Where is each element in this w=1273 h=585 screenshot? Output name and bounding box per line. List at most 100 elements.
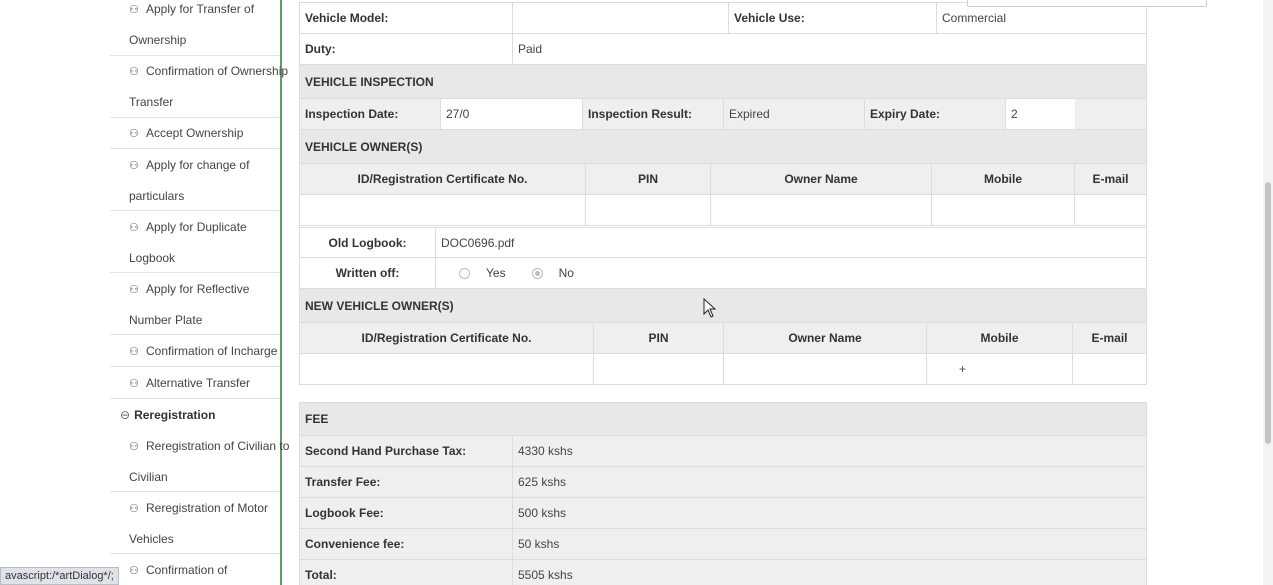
vehicle-owners-header: VEHICLE OWNER(S) (299, 130, 1147, 164)
col-owner-name: Owner Name (710, 164, 931, 194)
fee-label: Second Hand Purchase Tax: (305, 444, 467, 458)
col-mobile: Mobile (926, 323, 1072, 353)
col-email: E-mail (1072, 323, 1146, 353)
duty-row: Duty: Paid (299, 34, 1147, 65)
fee-label: Convenience fee: (305, 537, 405, 551)
sidebar-item-confirmation-of[interactable]: ⚇ Confirmation of (110, 554, 280, 585)
sidebar-item-label-cont: particulars (129, 189, 185, 203)
written-off-label: Written off: (335, 266, 400, 280)
sidebar-item-label: Alternative Transfer (146, 376, 251, 390)
fee-title: FEE (305, 412, 329, 426)
mouse-cursor-icon (703, 298, 717, 318)
col-id-registration: ID/Registration Certificate No. (361, 331, 532, 345)
owners-table-row (299, 195, 1147, 226)
sidebar-item-confirm-ownership[interactable]: ⚇ Confirmation of Ownership Transfer (110, 56, 288, 118)
sidebar-item-apply-transfer[interactable]: ⚇ Apply for Transfer of Ownership (110, 0, 280, 56)
owners-table-header: ID/Registration Certificate No. PIN Owne… (299, 164, 1147, 195)
new-owners-table-row: + (299, 354, 1147, 385)
new-owner-name-cell (723, 354, 926, 384)
sidebar-item-alternative-transfer[interactable]: ⚇ Alternative Transfer (110, 367, 280, 399)
vehicle-model-value (512, 3, 728, 33)
sidebar-section-reregistration[interactable]: ⊖ Reregistration (110, 399, 280, 430)
fee-value: 625 kshs (512, 467, 1146, 497)
sidebar-item-reflective-plate[interactable]: ⚇ Apply for Reflective Number Plate (110, 273, 280, 335)
fee-value: 50 kshs (512, 529, 1146, 559)
fee-value: 500 kshs (512, 498, 1146, 528)
sidebar-item-label: Confirmation of Incharge (146, 344, 278, 358)
col-id-registration: ID/Registration Certificate No. (357, 172, 528, 186)
user-icon: ⚇ (129, 378, 139, 390)
duty-value: Paid (512, 34, 1146, 64)
sidebar-item-accept-ownership[interactable]: ⚇ Accept Ownership (110, 118, 280, 149)
written-off-options: Yes No (435, 258, 1146, 288)
col-email: E-mail (1074, 164, 1146, 194)
minus-circle-icon: ⊖ (120, 408, 131, 422)
old-logbook-link[interactable]: DOC0696.pdf (435, 228, 1146, 257)
expiry-date-label: Expiry Date: (864, 99, 1005, 129)
vehicle-inspection-title: VEHICLE INSPECTION (305, 74, 434, 89)
sidebar-section-label: Reregistration (134, 408, 216, 422)
vehicle-model-label: Vehicle Model: (305, 11, 389, 25)
sidebar-item-rereg-motor[interactable]: ⚇ Reregistration of Motor Vehicles (110, 492, 280, 554)
sidebar-item-label: Apply for Duplicate (146, 220, 247, 234)
new-owner-mobile-cell: + (926, 354, 1072, 384)
fee-value: 4330 kshs (512, 436, 1146, 466)
inspection-row: Inspection Date: 27/0 Inspection Result:… (299, 99, 1147, 130)
owner-mobile-cell (931, 195, 1074, 225)
sidebar-item-duplicate-logbook[interactable]: ⚇ Apply for Duplicate Logbook (110, 211, 280, 273)
vehicle-use-value: Commercial (936, 3, 1146, 33)
user-icon: ⚇ (129, 160, 139, 172)
expiry-date-value: 2 (1005, 99, 1075, 129)
new-owners-table-header: ID/Registration Certificate No. PIN Owne… (299, 323, 1147, 354)
sidebar-item-label-cont: Transfer (129, 95, 174, 109)
sidebar-item-confirm-incharge[interactable]: ⚇ Confirmation of Incharge (110, 335, 280, 367)
sidebar-item-label: Accept Ownership (146, 126, 244, 140)
user-icon: ⚇ (129, 503, 139, 515)
user-icon: ⚇ (129, 565, 139, 577)
new-owners-title: NEW VEHICLE OWNER(S) (305, 298, 454, 313)
sidebar-item-rereg-civilian[interactable]: ⚇ Reregistration of Civilian to Civilian (110, 430, 289, 492)
written-off-row: Written off: Yes No (299, 258, 1147, 289)
fee-total-row: Total: 5505 kshs (299, 560, 1147, 585)
sidebar-item-label: Confirmation of (146, 563, 228, 577)
page: ⚇ Apply for Transfer of Ownership ⚇ Confir… (0, 0, 1273, 585)
col-pin: PIN (593, 323, 723, 353)
fee-row: Convenience fee: 50 kshs (299, 529, 1147, 560)
sidebar-item-label: Reregistration of Motor (146, 501, 269, 515)
inspection-date-label: Inspection Date: (305, 107, 399, 121)
sidebar-item-label: Apply for Reflective (146, 282, 250, 296)
new-owner-email-cell (1072, 354, 1146, 384)
sidebar-item-label: Apply for change of (146, 158, 250, 172)
fee-total-value: 5505 kshs (512, 560, 1146, 585)
inspection-date-value: 27/0 (440, 99, 582, 129)
owner-pin-cell (585, 195, 710, 225)
browser-status-bar: avascript:/*artDialog*/; (0, 567, 119, 585)
vehicle-inspection-header: VEHICLE INSPECTION (299, 65, 1147, 99)
sidebar-item-change-particulars[interactable]: ⚇ Apply for change of particulars (110, 149, 280, 211)
sidebar-item-label-cont: Civilian (129, 470, 168, 484)
page-scrollbar[interactable] (1263, 0, 1273, 585)
fee-header: FEE (299, 402, 1147, 436)
dialog-fragment (967, 0, 1207, 7)
old-logbook-row: Old Logbook: DOC0696.pdf (299, 227, 1147, 258)
inspection-result-label: Inspection Result: (582, 99, 723, 129)
written-off-yes-label: Yes (486, 266, 506, 280)
duty-label: Duty: (305, 42, 336, 56)
vehicle-owners-title: VEHICLE OWNER(S) (305, 139, 423, 154)
sidebar-item-label-cont: Ownership (129, 33, 187, 47)
fee-row: Transfer Fee: 625 kshs (299, 467, 1147, 498)
fee-row: Second Hand Purchase Tax: 4330 kshs (299, 436, 1147, 467)
new-owner-id-cell (300, 354, 593, 384)
user-icon: ⚇ (129, 66, 139, 78)
sidebar-item-label-cont: Number Plate (129, 313, 203, 327)
written-off-yes-radio[interactable] (459, 267, 470, 279)
sidebar-item-label: Reregistration of Civilian to (146, 439, 290, 453)
sidebar-item-label: Confirmation of Ownership (146, 64, 289, 78)
owner-id-cell (300, 195, 585, 225)
fee-row: Logbook Fee: 500 kshs (299, 498, 1147, 529)
scrollbar-thumb[interactable] (1265, 182, 1271, 444)
written-off-no-radio[interactable] (531, 267, 543, 279)
inspection-result-value: Expired (723, 99, 864, 129)
sidebar-item-label-cont: Logbook (129, 251, 176, 265)
user-icon: ⚇ (129, 441, 139, 453)
